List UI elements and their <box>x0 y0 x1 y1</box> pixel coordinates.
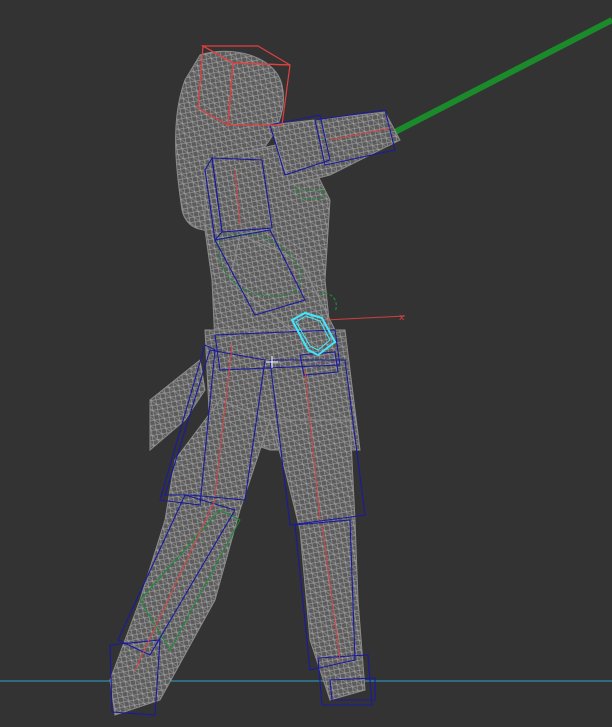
3d-viewport[interactable]: x <box>0 0 612 727</box>
character-mesh[interactable] <box>109 50 401 716</box>
viewport-canvas[interactable]: x <box>0 0 612 727</box>
weapon-rod[interactable] <box>393 17 612 135</box>
axis-x-marker: x <box>399 313 405 323</box>
mesh-leg-left <box>109 399 271 716</box>
